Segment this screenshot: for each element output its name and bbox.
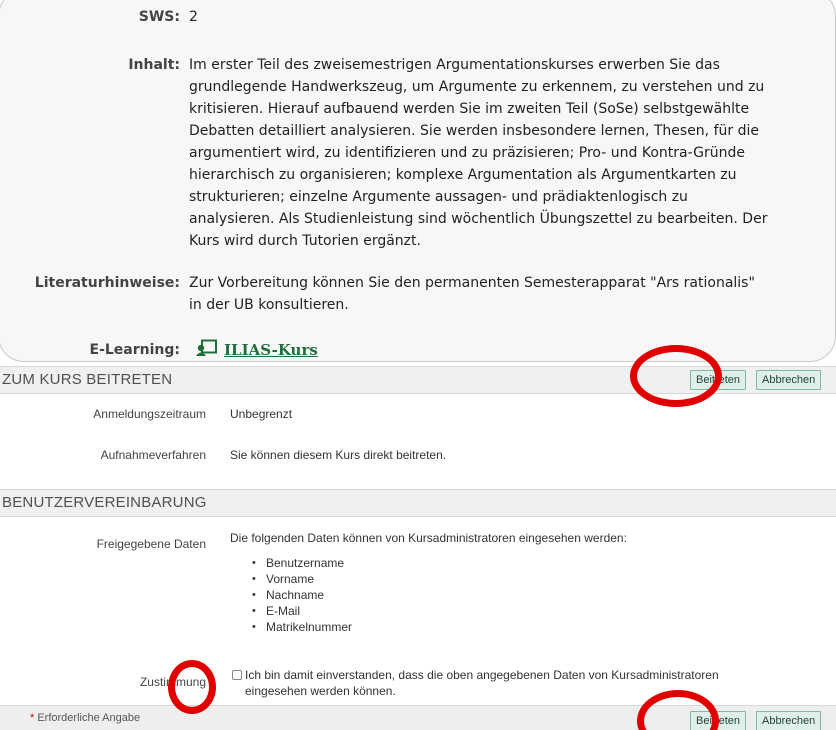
data-intro: Die folgenden Daten können von Kursadmin… <box>230 531 627 545</box>
inhalt-line: grundlegende Handwerkszeug, um Argumente… <box>189 79 765 95</box>
data-label: Freigegebene Daten <box>96 537 206 551</box>
inhalt-line: Debatten detailliert analysieren. Sie we… <box>189 123 759 139</box>
list-item: Nachname <box>252 587 352 603</box>
period-value: Unbegrenzt <box>230 407 293 421</box>
inhalt-line: Im erster Teil des zweisemestrigen Argum… <box>189 57 720 73</box>
annotation-circle-join-top <box>630 345 722 407</box>
inhalt-label: Inhalt: <box>128 57 180 73</box>
agreement-section-title: BENUTZERVEREINBARUNG <box>2 494 207 511</box>
period-label: Anmeldungszeitraum <box>93 407 206 421</box>
consent-text-line1: Ich bin damit einverstanden, dass die ob… <box>245 668 719 682</box>
literatur-label: Literaturhinweise: <box>34 275 180 291</box>
cancel-button-bottom[interactable]: Abbrechen <box>756 711 822 730</box>
literatur-text: Zur Vorbereitung können Sie den permanen… <box>189 272 755 316</box>
sws-label: SWS: <box>138 9 180 25</box>
inhalt-line: kritisieren. Hierauf aufbauend werden Si… <box>189 101 750 117</box>
ilias-course-icon[interactable] <box>196 339 218 357</box>
inhalt-text: Im erster Teil des zweisemestrigen Argum… <box>189 54 767 252</box>
inhalt-line: Kurs wird durch Tutorien ergänzt. <box>189 233 421 249</box>
required-text: Erforderliche Angabe <box>37 712 141 724</box>
agreement-section-header: BENUTZERVEREINBARUNG <box>0 489 836 517</box>
elearning-label: E-Learning: <box>89 342 181 358</box>
procedure-value: Sie können diesem Kurs direkt beitreten. <box>230 448 447 462</box>
inhalt-line: argumentiert wird, zu identifizieren und… <box>189 145 745 161</box>
inhalt-line: strukturieren; einzelne Argumente aussag… <box>189 189 688 205</box>
required-note: * Erforderliche Angabe <box>30 712 140 724</box>
literatur-line: Zur Vorbereitung können Sie den permanen… <box>189 275 755 291</box>
consent-checkbox[interactable] <box>232 670 242 680</box>
sws-value: 2 <box>189 9 198 25</box>
list-item: Vorname <box>252 571 352 587</box>
required-star: * <box>30 712 35 724</box>
list-item: Matrikelnummer <box>252 619 352 635</box>
list-item: Benutzername <box>252 555 352 571</box>
join-section-title: ZUM KURS BEITRETEN <box>2 371 173 388</box>
literatur-line: in der UB konsultieren. <box>189 297 349 313</box>
consent-text-line2: eingesehen werden können. <box>245 684 396 698</box>
data-item-list: Benutzername Vorname Nachname E-Mail Mat… <box>252 555 352 635</box>
annotation-circle-checkbox <box>168 660 216 714</box>
list-item: E-Mail <box>252 603 352 619</box>
cancel-button-top[interactable]: Abbrechen <box>756 370 822 390</box>
inhalt-line: analysieren. Als Studienleistung sind wö… <box>189 211 768 227</box>
join-form-panel: Anmeldungszeitraum Unbegrenzt Aufnahmeve… <box>0 395 822 485</box>
ilias-course-link[interactable]: ILIAS-Kurs <box>224 339 318 361</box>
procedure-label: Aufnahmeverfahren <box>100 448 206 462</box>
inhalt-line: hierarchisch zu organisieren; komplexe A… <box>189 167 737 183</box>
